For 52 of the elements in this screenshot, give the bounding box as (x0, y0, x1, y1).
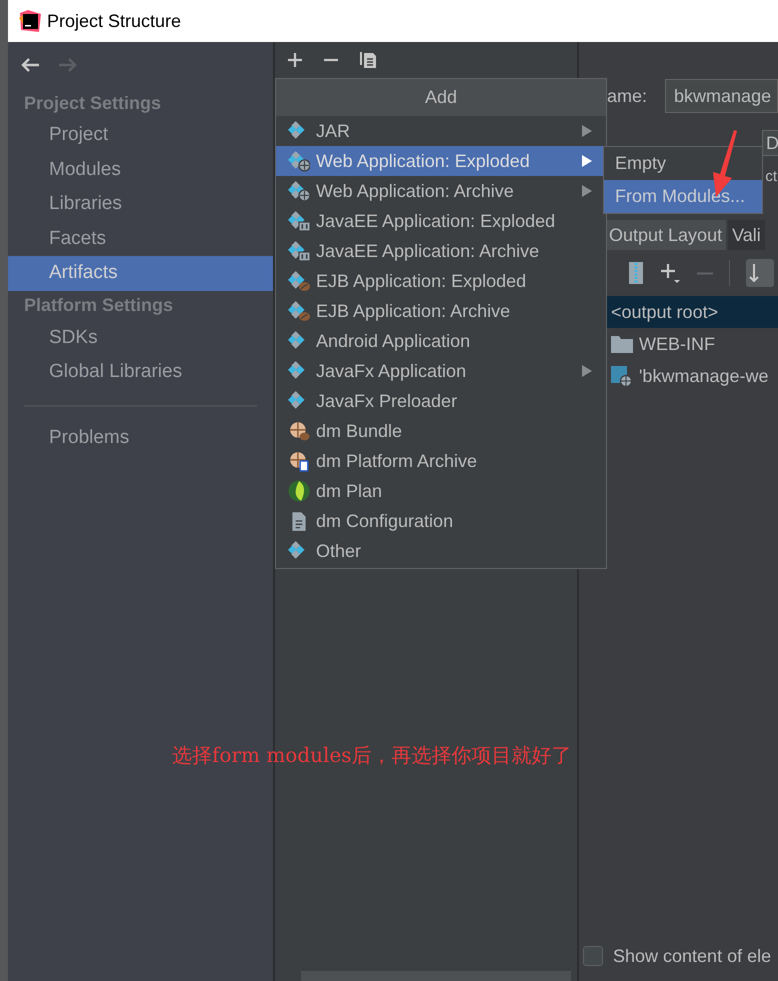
artifact-icon (288, 210, 310, 232)
sidebar-item[interactable]: Modules (8, 152, 273, 187)
sidebar-item[interactable]: Problems (8, 422, 273, 456)
show-content-checkbox[interactable] (583, 946, 603, 966)
menu-item[interactable]: EJB Application: Exploded (276, 266, 606, 296)
package-icon (288, 450, 310, 472)
menu-item[interactable]: JavaEE Application: Archive (276, 236, 606, 266)
menu-item[interactable]: dm Bundle (276, 416, 606, 446)
submenu-item[interactable]: Empty (604, 147, 762, 180)
menu-item[interactable]: dm Platform Archive (276, 446, 606, 476)
sidebar-item[interactable]: SDKs (8, 320, 273, 355)
globe-icon (288, 480, 310, 502)
artifact-icon (288, 150, 310, 172)
sidebar-item[interactable]: Project (8, 118, 273, 152)
tab[interactable]: Output Layout (605, 220, 726, 250)
artifact-icon (288, 240, 310, 262)
type-field[interactable]: D (762, 130, 778, 156)
annotation-text: 选择form modules后，再选择你项目就好了 (172, 742, 572, 769)
menu-item[interactable]: Web Application: Archive (276, 176, 606, 206)
back-arrow-icon[interactable] (20, 57, 40, 73)
section-heading: Project Settings (23, 92, 162, 115)
submenu-item[interactable]: From Modules... (604, 180, 762, 213)
remove-icon (697, 272, 713, 274)
sidebar-item[interactable]: Libraries (8, 187, 273, 222)
artifact-icon (288, 180, 310, 202)
menu-item[interactable]: JAR (276, 116, 606, 146)
module-icon (611, 365, 633, 387)
package-icon (288, 420, 310, 442)
section-heading: Platform Settings (23, 294, 174, 317)
menu-item[interactable]: dm Configuration (276, 506, 606, 536)
sidebar-item[interactable]: Artifacts (8, 256, 273, 290)
sort-icon[interactable] (746, 259, 774, 287)
menu-item[interactable]: dm Plan (276, 476, 606, 506)
sidebar-item[interactable]: Facets (8, 222, 273, 256)
folder-icon (611, 335, 633, 353)
artifact-icon (288, 300, 310, 322)
menu-item[interactable]: Other (276, 536, 606, 566)
output-label: ct (765, 166, 778, 187)
copy-icon[interactable] (359, 51, 377, 69)
app-logo-icon (19, 10, 41, 32)
show-content-label: Show content of ele (613, 944, 772, 968)
name-field[interactable]: bkwmanage (665, 79, 778, 113)
menu-header: Add (276, 79, 606, 116)
artifact-icon (288, 270, 310, 292)
tab[interactable]: Vali (728, 220, 765, 250)
name-label: ame: (607, 84, 648, 108)
window-title: Project Structure (47, 10, 182, 33)
menu-item[interactable]: JavaEE Application: Exploded (276, 206, 606, 236)
sidebar-item[interactable]: Global Libraries (8, 355, 273, 390)
add-dropdown-icon[interactable] (659, 262, 681, 284)
menu-item[interactable]: Web Application: Exploded (276, 146, 606, 176)
add-icon[interactable] (287, 52, 303, 68)
